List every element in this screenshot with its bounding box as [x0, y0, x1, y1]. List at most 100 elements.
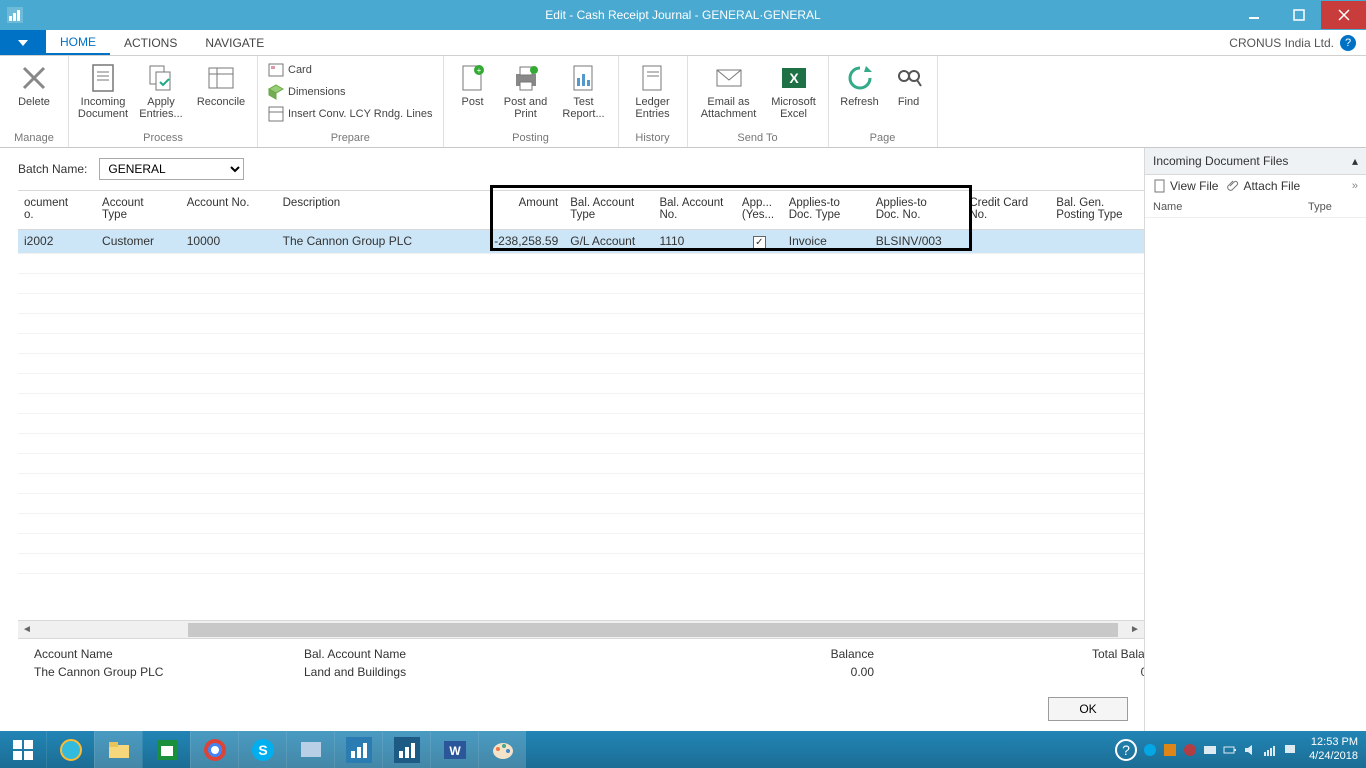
- taskbar-nav[interactable]: [334, 731, 382, 768]
- apply-entries-button[interactable]: Apply Entries...: [133, 58, 189, 120]
- col-bal-no[interactable]: Bal. Account No.: [653, 191, 735, 229]
- table-row[interactable]: i2002 Customer 10000 The Cannon Group PL…: [18, 229, 1144, 253]
- cell-applies-type[interactable]: Invoice: [783, 229, 870, 253]
- ok-button[interactable]: OK: [1048, 697, 1128, 721]
- col-cc-no[interactable]: Credit Card No.: [963, 191, 1050, 229]
- scroll-left-icon[interactable]: ◄: [18, 624, 36, 635]
- taskbar-explorer[interactable]: [94, 731, 142, 768]
- col-amount[interactable]: Amount: [484, 191, 564, 229]
- tab-home[interactable]: HOME: [46, 30, 110, 55]
- col-applies-type[interactable]: Applies-to Doc. Type: [783, 191, 870, 229]
- cell-applied[interactable]: ✓: [736, 229, 783, 253]
- flag-icon[interactable]: [1283, 743, 1297, 757]
- empty-row[interactable]: [18, 513, 1144, 533]
- incoming-document-button[interactable]: Incoming Document: [75, 58, 131, 120]
- taskbar-clock[interactable]: 12:53 PM 4/24/2018: [1301, 731, 1366, 768]
- cell-bal-posting[interactable]: [1050, 229, 1144, 253]
- empty-row[interactable]: [18, 333, 1144, 353]
- cell-bal-type[interactable]: G/L Account: [564, 229, 653, 253]
- taskbar-store[interactable]: [142, 731, 190, 768]
- attach-file-button[interactable]: Attach File: [1226, 179, 1300, 193]
- empty-row[interactable]: [18, 293, 1144, 313]
- email-attachment-button[interactable]: Email as Attachment: [694, 58, 764, 120]
- checkbox-icon[interactable]: ✓: [753, 236, 766, 249]
- network-icon[interactable]: [1263, 743, 1277, 757]
- empty-row[interactable]: [18, 273, 1144, 293]
- empty-row[interactable]: [18, 353, 1144, 373]
- cell-cc-no[interactable]: [963, 229, 1050, 253]
- dimensions-button[interactable]: Dimensions: [264, 82, 437, 102]
- empty-row[interactable]: [18, 313, 1144, 333]
- empty-row[interactable]: [18, 393, 1144, 413]
- col-acct-no[interactable]: Account No.: [181, 191, 277, 229]
- pane-header[interactable]: Incoming Document Files ▴: [1145, 148, 1366, 175]
- close-button[interactable]: [1321, 1, 1366, 29]
- taskbar-paint[interactable]: [478, 731, 526, 768]
- system-tray[interactable]: ?: [1111, 731, 1301, 768]
- taskbar-nav2[interactable]: [382, 731, 430, 768]
- taskbar-app1[interactable]: [286, 731, 334, 768]
- volume-icon[interactable]: [1243, 743, 1257, 757]
- taskbar-ie[interactable]: [46, 731, 94, 768]
- cell-acct-no[interactable]: 10000: [181, 229, 277, 253]
- horizontal-scrollbar[interactable]: ◄ ►: [18, 620, 1144, 638]
- cell-acct-type[interactable]: Customer: [96, 229, 181, 253]
- maximize-button[interactable]: [1276, 1, 1321, 29]
- empty-row[interactable]: [18, 413, 1144, 433]
- journal-grid[interactable]: ocument o. Account Type Account No. Desc…: [18, 191, 1144, 574]
- cell-amount[interactable]: -238,258.59: [484, 229, 564, 253]
- cell-description[interactable]: The Cannon Group PLC: [277, 229, 484, 253]
- col-bal-type[interactable]: Bal. Account Type: [564, 191, 653, 229]
- help-tray-icon[interactable]: ?: [1115, 739, 1137, 761]
- empty-row[interactable]: [18, 553, 1144, 573]
- tray-icon[interactable]: [1183, 743, 1197, 757]
- col-acct-type[interactable]: Account Type: [96, 191, 181, 229]
- empty-row[interactable]: [18, 473, 1144, 493]
- col-description[interactable]: Description: [277, 191, 484, 229]
- tray-icon[interactable]: [1203, 743, 1217, 757]
- reconcile-button[interactable]: Reconcile: [191, 58, 251, 108]
- test-report-button[interactable]: Test Report...: [556, 58, 612, 120]
- refresh-button[interactable]: Refresh: [835, 58, 885, 108]
- col-name[interactable]: Name: [1153, 201, 1308, 213]
- cell-bal-no[interactable]: 1110: [653, 229, 735, 253]
- taskbar-chrome[interactable]: [190, 731, 238, 768]
- col-applies-no[interactable]: Applies-to Doc. No.: [870, 191, 964, 229]
- empty-row[interactable]: [18, 453, 1144, 473]
- delete-button[interactable]: Delete: [6, 58, 62, 108]
- expand-icon[interactable]: »: [1352, 180, 1358, 192]
- col-applied[interactable]: App... (Yes...: [736, 191, 783, 229]
- scroll-thumb[interactable]: [188, 623, 1118, 637]
- taskbar-skype[interactable]: S: [238, 731, 286, 768]
- help-icon[interactable]: ?: [1340, 35, 1356, 51]
- empty-row[interactable]: [18, 493, 1144, 513]
- cell-applies-no[interactable]: BLSINV/003: [870, 229, 964, 253]
- find-button[interactable]: Find: [887, 58, 931, 108]
- tab-actions[interactable]: ACTIONS: [110, 30, 191, 55]
- empty-row[interactable]: [18, 253, 1144, 273]
- battery-icon[interactable]: [1223, 743, 1237, 757]
- post-print-button[interactable]: Post and Print: [498, 58, 554, 120]
- col-type[interactable]: Type: [1308, 201, 1358, 213]
- empty-row[interactable]: [18, 433, 1144, 453]
- cell-doc-no[interactable]: i2002: [18, 229, 96, 253]
- card-button[interactable]: Card: [264, 60, 437, 80]
- start-button[interactable]: [0, 731, 46, 768]
- tab-navigate[interactable]: NAVIGATE: [191, 30, 278, 55]
- collapse-icon[interactable]: ▴: [1352, 154, 1358, 168]
- col-bal-posting[interactable]: Bal. Gen. Posting Type: [1050, 191, 1144, 229]
- col-doc-no[interactable]: ocument o.: [18, 191, 96, 229]
- tray-icon[interactable]: [1163, 743, 1177, 757]
- insert-conv-button[interactable]: Insert Conv. LCY Rndg. Lines: [264, 104, 437, 124]
- scroll-right-icon[interactable]: ►: [1126, 624, 1144, 635]
- ledger-entries-button[interactable]: Ledger Entries: [625, 58, 681, 120]
- post-button[interactable]: + Post: [450, 58, 496, 108]
- file-tab[interactable]: [0, 30, 46, 55]
- empty-row[interactable]: [18, 533, 1144, 553]
- excel-button[interactable]: X Microsoft Excel: [766, 58, 822, 120]
- taskbar-word[interactable]: W: [430, 731, 478, 768]
- batch-select[interactable]: GENERAL: [99, 158, 244, 180]
- tray-icon[interactable]: [1143, 743, 1157, 757]
- view-file-button[interactable]: View File: [1153, 179, 1218, 193]
- empty-row[interactable]: [18, 373, 1144, 393]
